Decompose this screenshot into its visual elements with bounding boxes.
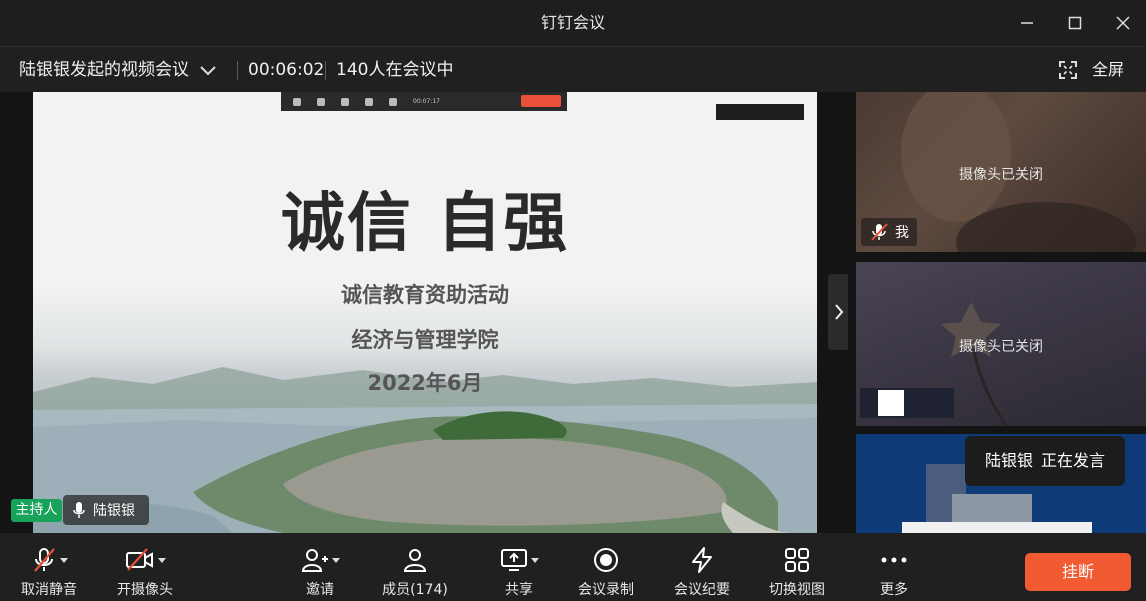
more-button[interactable]: 更多 xyxy=(874,533,914,601)
divider xyxy=(325,61,326,80)
slide-subtitle: 诚信教育资助活动 xyxy=(341,283,509,307)
host-badge: 主持人 xyxy=(11,499,62,522)
meeting-toolbar: 取消静音 开摄像头 邀请 成员(174) 共享 会议录制 会议纪要 切换视图 更… xyxy=(0,533,1146,601)
camera-label: 开摄像头 xyxy=(117,582,173,598)
switch-view-button[interactable]: 切换视图 xyxy=(767,533,827,601)
slide-department: 经济与管理学院 xyxy=(351,328,499,352)
camera-off-icon xyxy=(125,548,153,571)
hang-up-button[interactable]: 挂断 xyxy=(1025,553,1131,591)
invite-label: 邀请 xyxy=(306,582,334,598)
meeting-info-bar: 陆银银发起的视频会议 00:06:02 140人在会议中 全屏 xyxy=(0,46,1146,92)
invite-options-caret[interactable] xyxy=(331,557,340,563)
shared-screen-area: 00:07:17 诚信 自强 诚信教育资助活动 经济与管理学院 2022年6月 xyxy=(0,92,848,533)
more-label: 更多 xyxy=(880,582,908,598)
window-title: 钉钉会议 xyxy=(540,13,605,32)
minimize-icon xyxy=(1021,22,1033,24)
unmute-options-caret[interactable] xyxy=(59,557,68,563)
close-icon xyxy=(1116,16,1130,30)
blurred-avatar xyxy=(902,522,1092,533)
unmute-label: 取消静音 xyxy=(21,582,77,598)
members-button[interactable]: 成员(174) xyxy=(379,533,451,601)
screen-share-icon xyxy=(500,549,527,571)
fullscreen-button[interactable]: 全屏 xyxy=(1092,47,1124,93)
record-label: 会议录制 xyxy=(578,582,634,598)
chevron-down-icon[interactable] xyxy=(199,61,217,79)
grid-view-icon xyxy=(785,548,809,572)
switch-view-label: 切换视图 xyxy=(769,582,825,598)
more-icon xyxy=(881,557,907,563)
maximize-button[interactable] xyxy=(1061,9,1089,37)
slide-title: 诚信 自强 xyxy=(280,187,570,261)
camera-off-status: 摄像头已关闭 xyxy=(959,167,1043,183)
close-button[interactable] xyxy=(1109,9,1137,37)
name-tag-obscured xyxy=(860,388,954,418)
mic-muted-icon xyxy=(871,223,888,241)
presentation-slide: 00:07:17 诚信 自强 诚信教育资助活动 经济与管理学院 2022年6月 xyxy=(33,92,817,533)
chevron-right-icon xyxy=(835,304,844,320)
share-button[interactable]: 共享 xyxy=(494,533,544,601)
ai-minutes-icon xyxy=(692,547,712,573)
active-speaker-name: 陆银银 xyxy=(984,451,1033,470)
add-user-icon xyxy=(301,549,328,572)
unmute-button[interactable]: 取消静音 xyxy=(16,533,82,601)
self-name-tag: 我 xyxy=(861,218,917,246)
camera-button[interactable]: 开摄像头 xyxy=(112,533,178,601)
participant-tile-2[interactable]: 摄像头已关闭 xyxy=(856,262,1146,426)
speaker-name: 陆银银 xyxy=(93,503,135,519)
minutes-button[interactable]: 会议纪要 xyxy=(672,533,732,601)
collapse-panel-button[interactable] xyxy=(828,274,850,350)
mic-muted-icon xyxy=(33,548,55,572)
record-icon xyxy=(594,548,618,572)
active-speaker-status: 正在发言 xyxy=(1041,451,1106,470)
divider xyxy=(237,61,238,80)
maximize-icon xyxy=(1068,16,1082,30)
share-options-caret[interactable] xyxy=(530,557,539,563)
self-name: 我 xyxy=(895,225,909,241)
participant-count: 140人在会议中 xyxy=(336,60,454,80)
meeting-name[interactable]: 陆银银发起的视频会议 xyxy=(19,47,189,93)
fullscreen-icon[interactable] xyxy=(1059,61,1077,79)
meeting-timer: 00:06:02 xyxy=(248,60,325,80)
microphone-icon xyxy=(73,502,85,518)
minutes-label: 会议纪要 xyxy=(674,582,730,598)
camera-off-status: 摄像头已关闭 xyxy=(959,339,1043,355)
invite-button[interactable]: 邀请 xyxy=(300,533,340,601)
active-speaker-tooltip: 陆银银 正在发言 xyxy=(965,436,1125,486)
campus-landscape-image xyxy=(33,367,817,533)
camera-options-caret[interactable] xyxy=(157,557,166,563)
members-label: 成员(174) xyxy=(382,582,448,598)
members-icon xyxy=(403,549,427,572)
record-button[interactable]: 会议录制 xyxy=(576,533,636,601)
speaker-name-tag: 陆银银 xyxy=(63,495,149,525)
slide-date: 2022年6月 xyxy=(367,371,483,395)
share-label: 共享 xyxy=(505,582,533,598)
title-bar: 钉钉会议 xyxy=(0,0,1146,46)
minimize-button[interactable] xyxy=(1013,9,1041,37)
